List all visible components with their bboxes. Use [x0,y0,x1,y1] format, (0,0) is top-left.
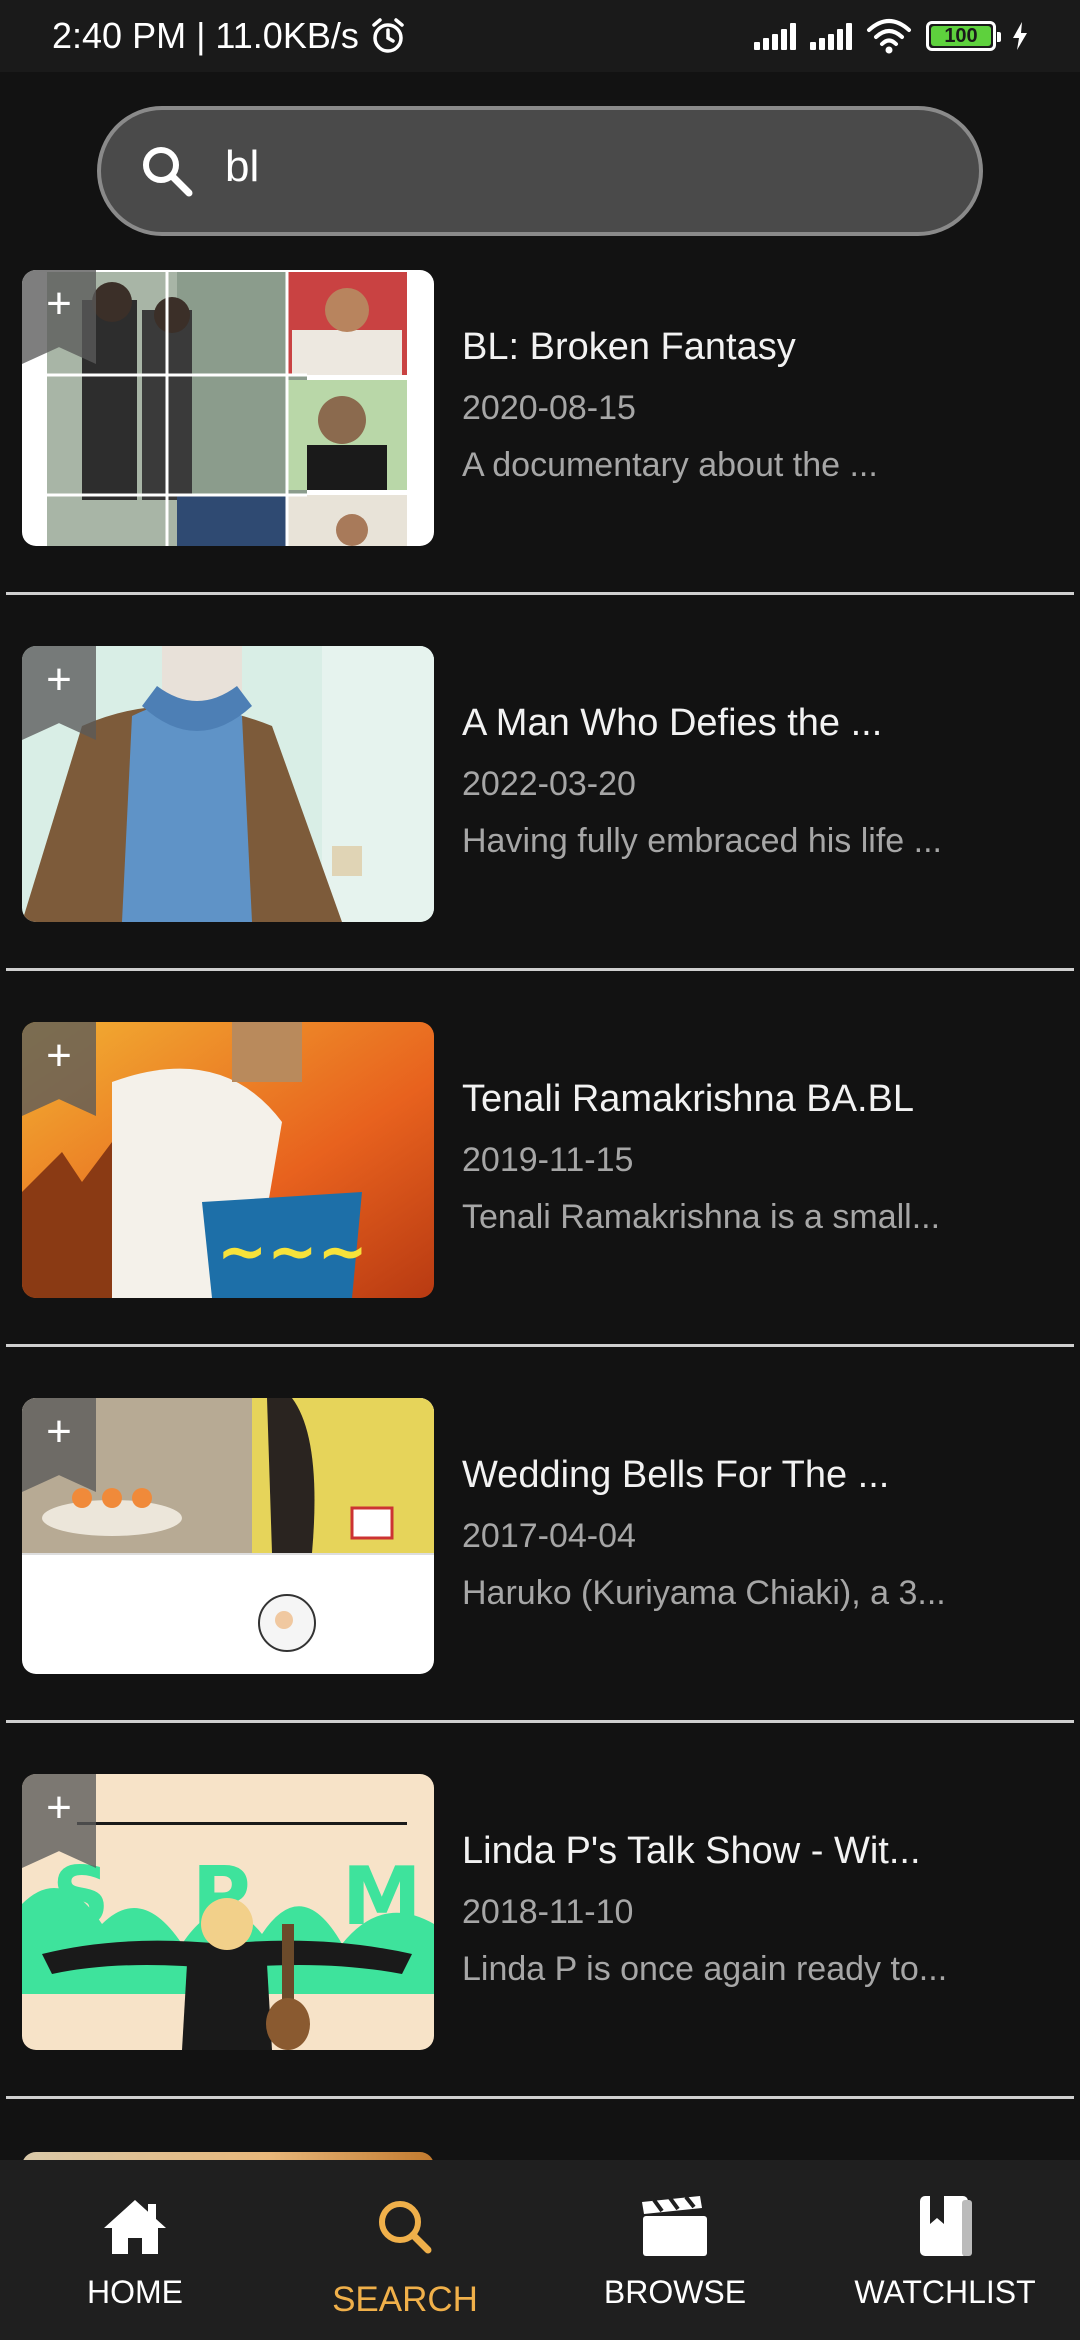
nav-browse-label: BROWSE [603,2274,747,2310]
battery-icon: 100 [926,21,1001,51]
item-description: Having fully embraced his life ... [462,822,942,860]
home-icon [104,2200,166,2254]
svg-text:~~~: ~~~ [217,1217,368,1287]
item-description: Tenali Ramakrishna is a small... [462,1198,941,1236]
results-list: + BL: Broken Fantasy 2020-08-15 A docume… [0,270,1080,2150]
divider [6,968,1074,971]
divider [6,1344,1074,1347]
status-right: 100 [754,18,1030,54]
svg-text:M: M [342,1850,422,1943]
list-item[interactable]: + BL: Broken Fantasy 2020-08-15 A docume… [0,270,1080,646]
status-bar: 2:40 PM | 11.0KB/s 100 [0,0,1080,72]
nav-search[interactable]: SEARCH [270,2160,540,2340]
item-info: A Man Who Defies the ... 2022-03-20 Havi… [462,702,1050,861]
divider [6,1720,1074,1723]
item-info: Wedding Bells For The ... 2017-04-04 Har… [462,1454,1050,1613]
item-date: 2019-11-15 [462,1141,634,1179]
item-date: 2017-04-04 [462,1517,636,1555]
search-input[interactable] [225,142,979,192]
charging-icon [1013,22,1027,50]
item-date: 2020-08-15 [462,389,636,427]
bottom-nav: HOME SEARCH BROWSE WATCHLIST [0,2160,1080,2340]
status-left: 2:40 PM | 11.0KB/s [52,15,407,57]
list-item[interactable]: ~~~ + Tenali Ramakrishna BA.BL 2019-11-1… [0,1022,1080,1398]
item-title[interactable]: BL: Broken Fantasy [462,326,1050,369]
status-text: 2:40 PM | 11.0KB/s [52,15,359,56]
item-title[interactable]: Linda P's Talk Show - Wit... [462,1830,1050,1873]
svg-text:S: S [52,1850,110,1943]
nav-watchlist[interactable]: WATCHLIST [810,2160,1080,2340]
item-date: 2022-03-20 [462,765,636,803]
book-icon [920,2196,972,2256]
item-title[interactable]: Wedding Bells For The ... [462,1454,1050,1497]
wifi-icon [867,19,911,54]
divider [6,592,1074,595]
item-description: A documentary about the ... [462,446,878,484]
item-title[interactable]: A Man Who Defies the ... [462,702,1050,745]
nav-home-label: HOME [87,2274,183,2310]
search-bar[interactable] [97,106,983,236]
list-item[interactable]: + Wedding Bells For The ... 2017-04-04 H… [0,1398,1080,1774]
poster-thumbnail[interactable]: + [22,1398,434,1674]
poster-thumbnail[interactable]: + [22,270,434,546]
nav-search-label: SEARCH [332,2280,478,2319]
signal-icon-2 [810,22,852,50]
signal-icon [754,22,796,50]
item-title[interactable]: Tenali Ramakrishna BA.BL [462,1078,1050,1121]
search-icon [143,147,193,197]
list-item[interactable]: + A Man Who Defies the ... 2022-03-20 Ha… [0,646,1080,1022]
item-description: Haruko (Kuriyama Chiaki), a 3... [462,1574,946,1612]
item-description: Linda P is once again ready to... [462,1950,948,1988]
item-date: 2018-11-10 [462,1893,634,1931]
item-info: BL: Broken Fantasy 2020-08-15 A document… [462,326,1050,485]
item-info: Linda P's Talk Show - Wit... 2018-11-10 … [462,1830,1050,1989]
list-item[interactable]: S P M + Linda P's Talk Show - Wit... 201… [0,1774,1080,2150]
poster-thumbnail[interactable]: S P M + [22,1774,434,2050]
item-info: Tenali Ramakrishna BA.BL 2019-11-15 Tena… [462,1078,1050,1237]
poster-thumbnail[interactable]: + [22,646,434,922]
alarm-icon [372,18,404,53]
poster-thumbnail[interactable]: ~~~ + [22,1022,434,1298]
nav-watchlist-label: WATCHLIST [854,2274,1036,2310]
search-icon [379,2201,432,2254]
battery-level: 100 [944,24,978,47]
clapperboard-icon [642,2195,707,2256]
divider [6,2096,1074,2099]
nav-home[interactable]: HOME [0,2160,270,2340]
nav-browse[interactable]: BROWSE [540,2160,810,2340]
